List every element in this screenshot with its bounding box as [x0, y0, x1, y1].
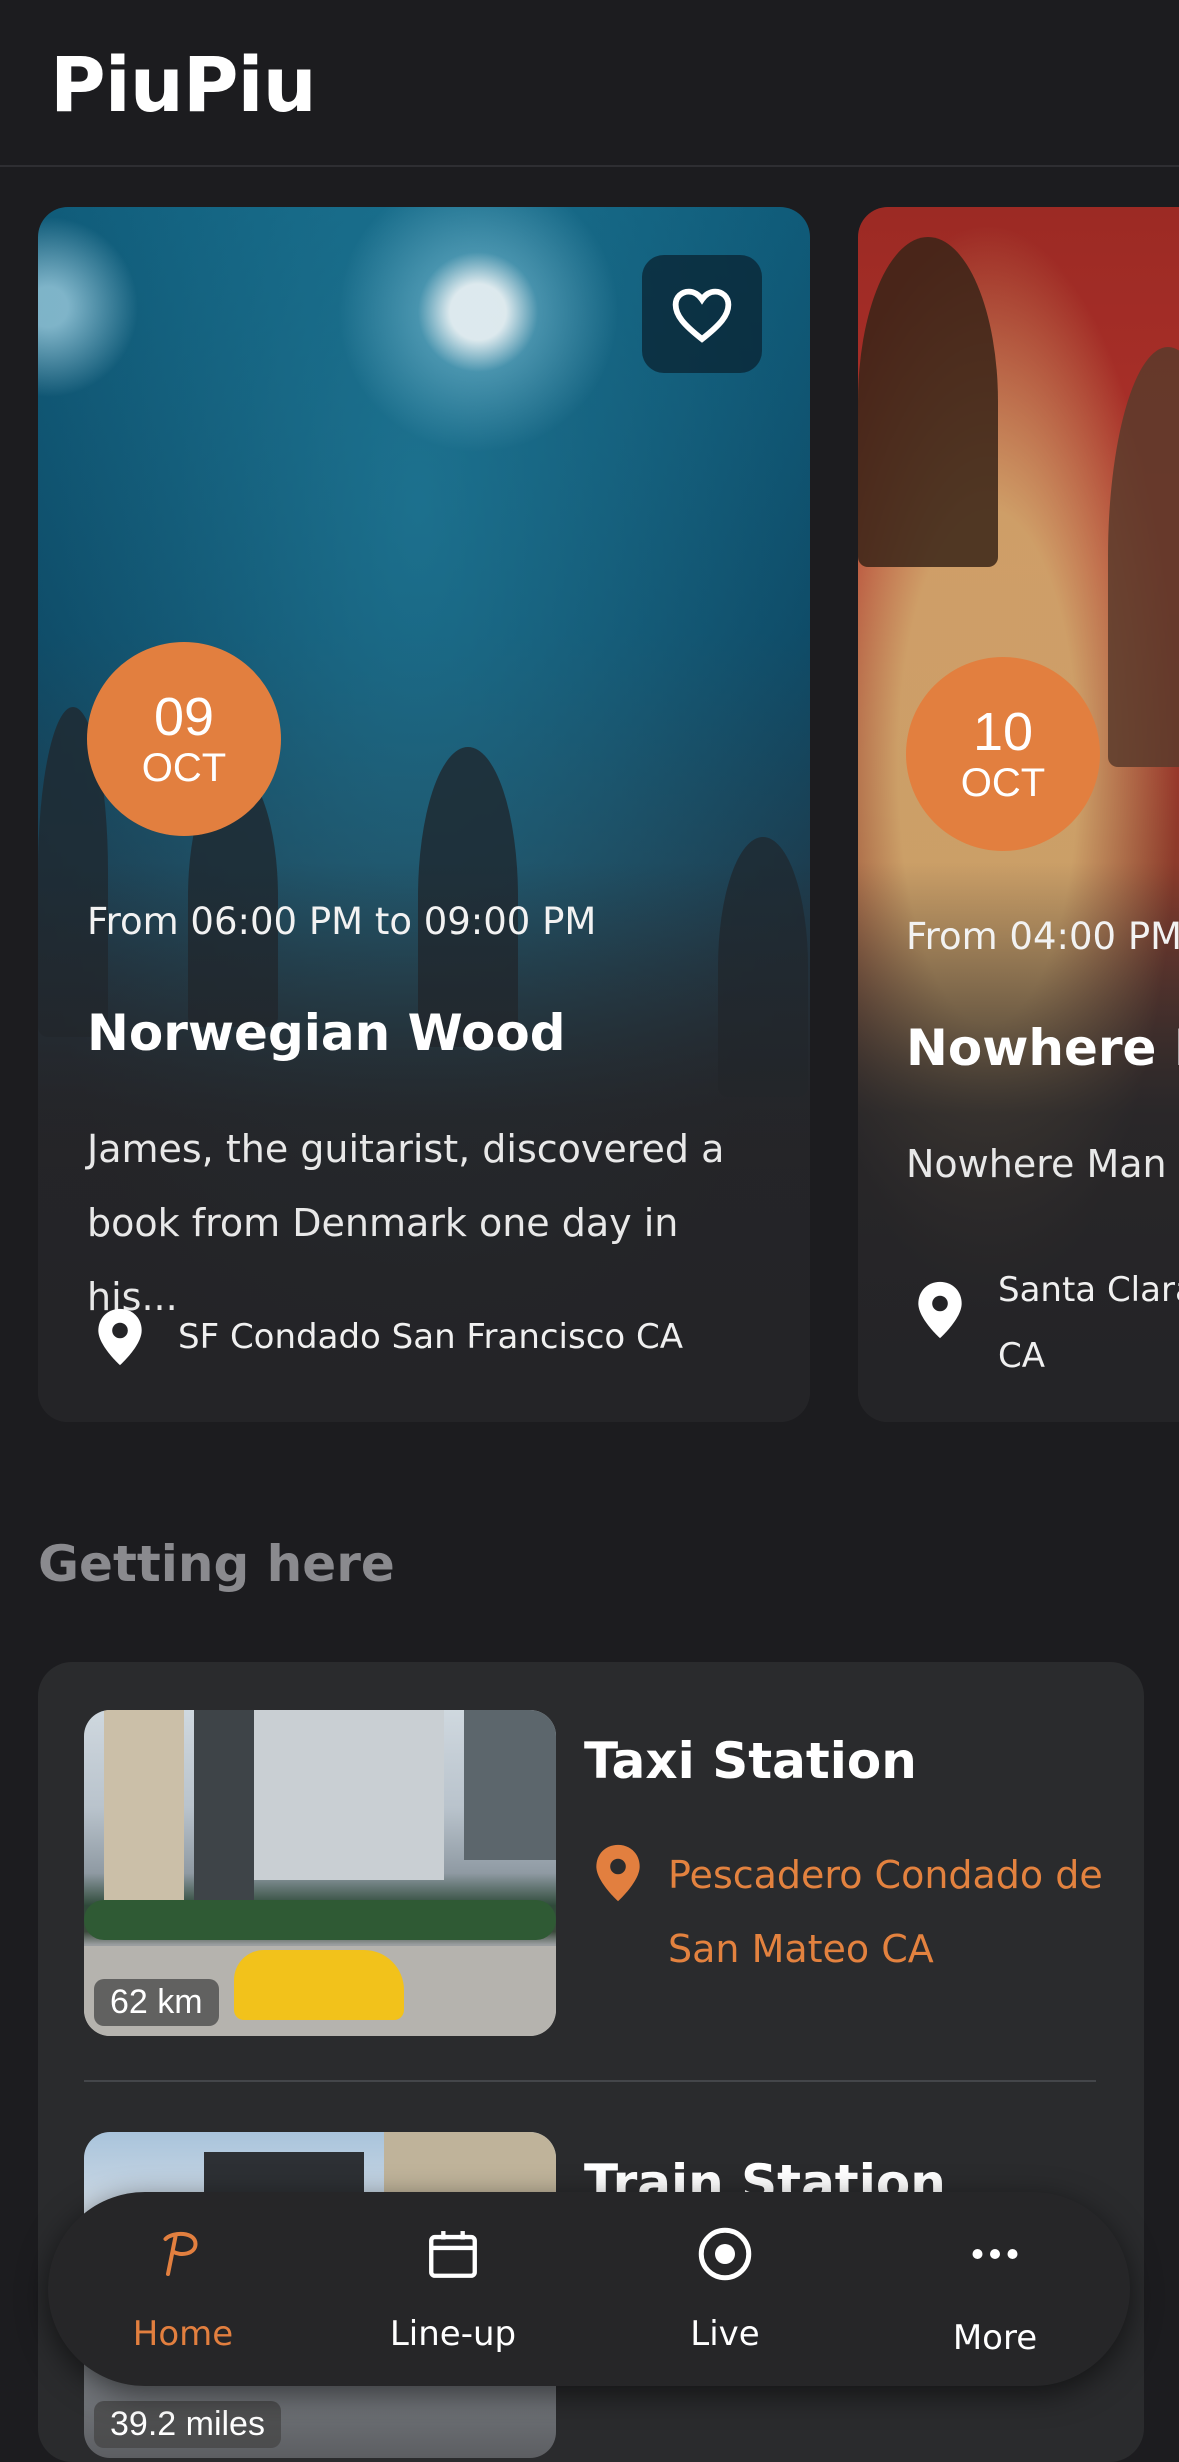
nav-home[interactable]: Home: [83, 2192, 283, 2386]
station-name[interactable]: Taxi Station: [584, 1732, 917, 1790]
bottom-nav: Home Line-up Live More: [48, 2192, 1130, 2386]
date-badge: 09 OCT: [87, 642, 281, 836]
event-title: Norwegian Wood: [87, 1004, 566, 1062]
event-carousel[interactable]: 09 OCT From 06:00 PM to 09:00 PM Norwegi…: [0, 207, 1179, 1427]
calendar-icon: [429, 2231, 477, 2278]
location-line2: CA: [998, 1336, 1045, 1376]
nav-label: Home: [132, 2314, 234, 2354]
musician-silhouette: [858, 237, 998, 567]
more-dots-icon: [972, 2249, 1018, 2259]
event-location: SF Condado San Francisco CA: [94, 1304, 683, 1370]
event-title: Nowhere M: [906, 1019, 1179, 1077]
date-day: 10: [972, 702, 1034, 762]
location-pin-icon: [918, 1281, 962, 1339]
event-card[interactable]: 10 OCT From 04:00 PM Nowhere M Nowhere M…: [858, 207, 1179, 1422]
date-badge: 10 OCT: [906, 657, 1100, 851]
event-description: Nowhere Man: [906, 1142, 1167, 1186]
station-address: Pescadero Condado de San Mateo CA: [668, 1853, 1103, 1971]
app-title: PiuPiu: [50, 40, 317, 129]
distance-badge: 62 km: [94, 1979, 219, 2026]
event-card[interactable]: 09 OCT From 06:00 PM to 09:00 PM Norwegi…: [38, 207, 810, 1422]
nav-line-up[interactable]: Line-up: [353, 2192, 553, 2386]
section-title-getting-here: Getting here: [38, 1535, 395, 1593]
piupiu-logo-icon: [163, 2231, 198, 2276]
app-header: PiuPiu: [0, 0, 1179, 167]
location-line1: Santa Clara (: [998, 1270, 1179, 1310]
heart-icon: [672, 288, 732, 343]
date-month: OCT: [141, 746, 227, 790]
date-day: 09: [153, 687, 215, 747]
nav-label: Line-up: [389, 2314, 517, 2354]
location-pin-icon: [596, 1844, 640, 1902]
event-location: Santa Clara ( CA: [914, 1257, 1179, 1389]
location-pin-icon: [98, 1308, 142, 1366]
event-description: James, the guitarist, discovered a book …: [87, 1127, 725, 1319]
nav-label: More: [952, 2318, 1038, 2358]
event-time: From 06:00 PM to 09:00 PM: [87, 900, 597, 943]
distance-badge: 39.2 miles: [94, 2401, 281, 2448]
taxi-station-image[interactable]: 62 km: [84, 1710, 556, 2036]
live-radio-icon: [698, 2227, 752, 2281]
taxi-car: [234, 1950, 404, 2020]
musician-silhouette: [1108, 347, 1179, 767]
divider: [84, 2080, 1096, 2082]
nav-more[interactable]: More: [895, 2192, 1095, 2386]
favorite-button[interactable]: [642, 255, 762, 373]
nav-label: Live: [690, 2314, 760, 2354]
date-month: OCT: [960, 761, 1046, 805]
nav-live[interactable]: Live: [625, 2192, 825, 2386]
event-time: From 04:00 PM: [906, 915, 1179, 958]
location-text: SF Condado San Francisco CA: [178, 1317, 684, 1357]
